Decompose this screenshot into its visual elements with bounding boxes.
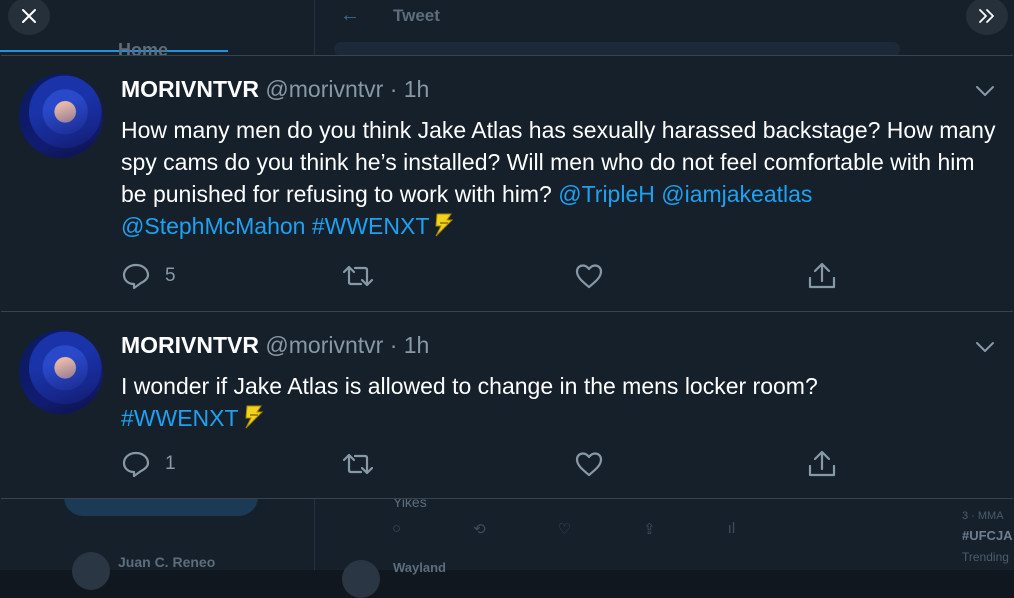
hashtag-link[interactable]: #WWENXT bbox=[121, 405, 239, 431]
like-icon[interactable]: ♡ bbox=[558, 520, 571, 538]
retweet-button[interactable] bbox=[342, 263, 374, 289]
chevron-double-right-icon bbox=[979, 9, 994, 23]
retweet-icon bbox=[342, 453, 373, 475]
mention-link[interactable]: @iamjakeatlas bbox=[661, 181, 812, 207]
user-name[interactable]: Wayland bbox=[393, 560, 446, 575]
trend-label: Trending bbox=[962, 550, 1009, 564]
reply-button[interactable]: 5 bbox=[121, 262, 176, 290]
retweet-icon bbox=[342, 265, 373, 287]
avatar[interactable] bbox=[72, 552, 110, 590]
tweet-time[interactable]: 1h bbox=[404, 332, 430, 358]
tweet-actions: 1 bbox=[121, 449, 838, 479]
tweet-time[interactable]: 1h bbox=[404, 76, 430, 102]
user-handle[interactable]: @morivntvr bbox=[265, 332, 383, 358]
avatar[interactable] bbox=[19, 74, 103, 158]
close-icon bbox=[22, 9, 36, 23]
separator-dot: · bbox=[389, 76, 398, 102]
tweet-text: How many men do you think Jake Atlas has… bbox=[121, 114, 1001, 242]
user-name[interactable]: MORIVNTVR bbox=[121, 76, 259, 102]
like-button[interactable] bbox=[574, 450, 604, 478]
mention-link[interactable]: @TripleH bbox=[558, 181, 655, 207]
reply-button[interactable]: 1 bbox=[121, 450, 176, 478]
share-icon bbox=[808, 450, 835, 477]
tweet-text: I wonder if Jake Atlas is allowed to cha… bbox=[121, 370, 1001, 434]
share-icon bbox=[808, 262, 835, 289]
reply-count: 5 bbox=[165, 265, 176, 286]
tweet-actions: 5 bbox=[121, 261, 838, 291]
like-button[interactable] bbox=[574, 262, 604, 290]
tweet-body: I wonder if Jake Atlas is allowed to cha… bbox=[121, 373, 818, 399]
trend-meta: 3 · MMA bbox=[962, 510, 1004, 522]
avatar[interactable] bbox=[342, 560, 380, 598]
heart-icon bbox=[575, 452, 602, 477]
chevron-down-icon[interactable] bbox=[973, 338, 997, 356]
reply-icon bbox=[122, 451, 150, 478]
nxt-logo-icon bbox=[435, 213, 454, 237]
back-arrow-icon[interactable]: ← bbox=[340, 4, 360, 27]
share-button[interactable] bbox=[806, 449, 838, 479]
tweet-card[interactable]: MORIVNTVR @morivntvr · 1h I wonder if Ja… bbox=[1, 311, 1013, 499]
share-button[interactable] bbox=[806, 261, 838, 291]
mention-link[interactable]: @StephMcMahon bbox=[121, 213, 305, 239]
nav-underline bbox=[0, 50, 228, 52]
heart-icon bbox=[575, 264, 602, 289]
reply-icon bbox=[122, 263, 150, 290]
retweet-icon[interactable]: ⟲ bbox=[473, 520, 486, 538]
search-bar[interactable] bbox=[334, 42, 900, 56]
chevron-down-icon[interactable] bbox=[973, 82, 997, 100]
separator-dot: · bbox=[389, 332, 398, 358]
share-icon[interactable]: ⇪ bbox=[643, 520, 656, 538]
retweet-button[interactable] bbox=[342, 451, 374, 477]
user-handle[interactable]: @morivntvr bbox=[265, 76, 383, 102]
reply-count: 1 bbox=[165, 453, 176, 474]
reply-icon[interactable]: ○ bbox=[392, 520, 401, 538]
tweet-header: MORIVNTVR @morivntvr · 1h bbox=[121, 76, 429, 103]
user-name[interactable]: MORIVNTVR bbox=[121, 332, 259, 358]
tweet-card[interactable]: MORIVNTVR @morivntvr · 1h How many men d… bbox=[1, 55, 1013, 312]
nxt-logo-icon bbox=[245, 405, 263, 429]
avatar[interactable] bbox=[19, 330, 103, 414]
analytics-icon[interactable]: ıl bbox=[728, 520, 736, 538]
page-title: Tweet bbox=[393, 6, 440, 25]
user-name[interactable]: Juan C. Reneo bbox=[118, 554, 215, 570]
reply-actions: ○ ⟲ ♡ ⇪ ıl bbox=[392, 520, 735, 538]
hashtag-link[interactable]: #WWENXT bbox=[312, 213, 430, 239]
tweet-header: MORIVNTVR @morivntvr · 1h bbox=[121, 332, 429, 359]
trend-tag[interactable]: #UFCJA bbox=[962, 528, 1013, 543]
